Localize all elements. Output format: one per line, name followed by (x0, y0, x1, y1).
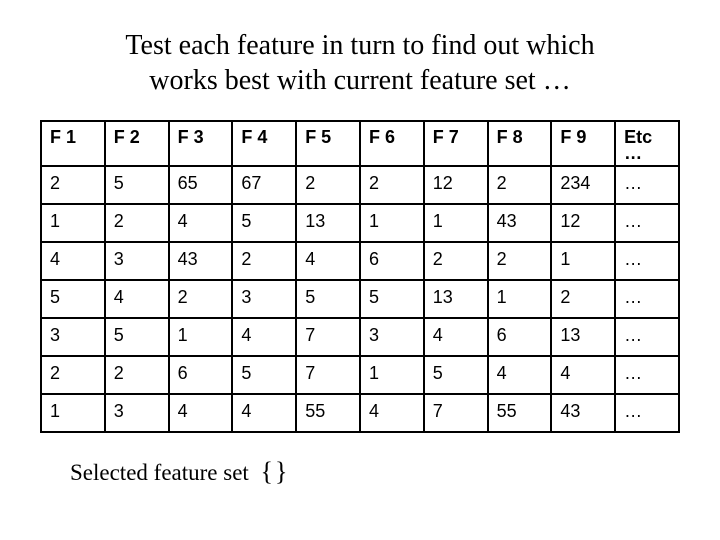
table-cell: 1 (424, 204, 488, 242)
table-cell: 2 (488, 166, 552, 204)
table-cell: 4 (488, 356, 552, 394)
table-cell: 4 (551, 356, 615, 394)
table-cell: 3 (105, 394, 169, 432)
table-row: 124513114312… (41, 204, 679, 242)
footer-label: Selected feature set (70, 460, 249, 485)
footer-braces: {} (261, 457, 290, 486)
table-cell: 5 (232, 356, 296, 394)
table-cell: 1 (360, 356, 424, 394)
table-cell: 5 (296, 280, 360, 318)
table-cell: 5 (360, 280, 424, 318)
table-row: 5423551312… (41, 280, 679, 318)
table-cell: … (615, 166, 679, 204)
table-cell: 43 (169, 242, 233, 280)
table-cell: 2 (232, 242, 296, 280)
table-cell: 6 (360, 242, 424, 280)
table-cell: … (615, 394, 679, 432)
table-row: 226571544… (41, 356, 679, 394)
feature-table: F 1F 2F 3F 4F 5F 6F 7F 8F 9Etc… 25656722… (40, 120, 680, 433)
table-cell: 6 (169, 356, 233, 394)
column-header: Etc… (615, 121, 679, 166)
table-cell: 5 (105, 318, 169, 356)
table-cell: 67 (232, 166, 296, 204)
table-cell: 4 (41, 242, 105, 280)
table-cell: 3 (41, 318, 105, 356)
column-header: F 8 (488, 121, 552, 166)
table-cell: 234 (551, 166, 615, 204)
table-cell: 4 (169, 204, 233, 242)
table-row: 25656722122234… (41, 166, 679, 204)
table-cell: 55 (488, 394, 552, 432)
table-cell: 4 (105, 280, 169, 318)
table-cell: 3 (232, 280, 296, 318)
table-cell: 4 (232, 318, 296, 356)
table-cell: 7 (424, 394, 488, 432)
table-cell: … (615, 280, 679, 318)
table-cell: 5 (232, 204, 296, 242)
column-header: F 5 (296, 121, 360, 166)
table-header: F 1F 2F 3F 4F 5F 6F 7F 8F 9Etc… (41, 121, 679, 166)
table-cell: 65 (169, 166, 233, 204)
column-header: F 7 (424, 121, 488, 166)
table-cell: 2 (41, 166, 105, 204)
table-cell: 13 (424, 280, 488, 318)
table-row: 4343246221… (41, 242, 679, 280)
table-cell: 5 (105, 166, 169, 204)
table-cell: 2 (41, 356, 105, 394)
selected-feature-set: Selected feature set {} (70, 457, 680, 487)
table-cell: 5 (424, 356, 488, 394)
table-cell: 4 (169, 394, 233, 432)
table-cell: 13 (551, 318, 615, 356)
column-header: F 3 (169, 121, 233, 166)
table-cell: 2 (105, 356, 169, 394)
column-header: F 6 (360, 121, 424, 166)
table-cell: 2 (169, 280, 233, 318)
table-cell: 4 (424, 318, 488, 356)
table-cell: 7 (296, 318, 360, 356)
column-header: F 4 (232, 121, 296, 166)
table-cell: … (615, 204, 679, 242)
table-row: 3514734613… (41, 318, 679, 356)
table-cell: 2 (105, 204, 169, 242)
table-cell: 2 (360, 166, 424, 204)
column-header: F 2 (105, 121, 169, 166)
table-cell: 5 (41, 280, 105, 318)
table-cell: 2 (488, 242, 552, 280)
table-cell: 12 (424, 166, 488, 204)
title-line-1: Test each feature in turn to find out wh… (125, 30, 594, 61)
table-cell: 3 (105, 242, 169, 280)
table-cell: … (615, 242, 679, 280)
table-cell: 43 (488, 204, 552, 242)
table-cell: 2 (296, 166, 360, 204)
table-cell: 1 (551, 242, 615, 280)
header-etc-dots: … (624, 148, 670, 159)
table-body: 25656722122234…124513114312…4343246221…5… (41, 166, 679, 432)
column-header: F 1 (41, 121, 105, 166)
table-cell: 7 (296, 356, 360, 394)
table-cell: 4 (360, 394, 424, 432)
table-cell: 1 (169, 318, 233, 356)
table-cell: 55 (296, 394, 360, 432)
table-cell: 1 (360, 204, 424, 242)
column-header: F 9 (551, 121, 615, 166)
table-cell: 2 (424, 242, 488, 280)
table-cell: 1 (41, 204, 105, 242)
table-cell: 6 (488, 318, 552, 356)
table-cell: 4 (296, 242, 360, 280)
title-line-2: works best with current feature set … (149, 65, 570, 96)
page-title: Test each feature in turn to find out wh… (40, 28, 680, 98)
table-cell: 2 (551, 280, 615, 318)
table-row: 134455475543… (41, 394, 679, 432)
table-cell: 4 (232, 394, 296, 432)
table-cell: 12 (551, 204, 615, 242)
table-cell: 43 (551, 394, 615, 432)
table-cell: 3 (360, 318, 424, 356)
table-cell: … (615, 356, 679, 394)
table-cell: 13 (296, 204, 360, 242)
table-cell: … (615, 318, 679, 356)
table-cell: 1 (41, 394, 105, 432)
table-cell: 1 (488, 280, 552, 318)
